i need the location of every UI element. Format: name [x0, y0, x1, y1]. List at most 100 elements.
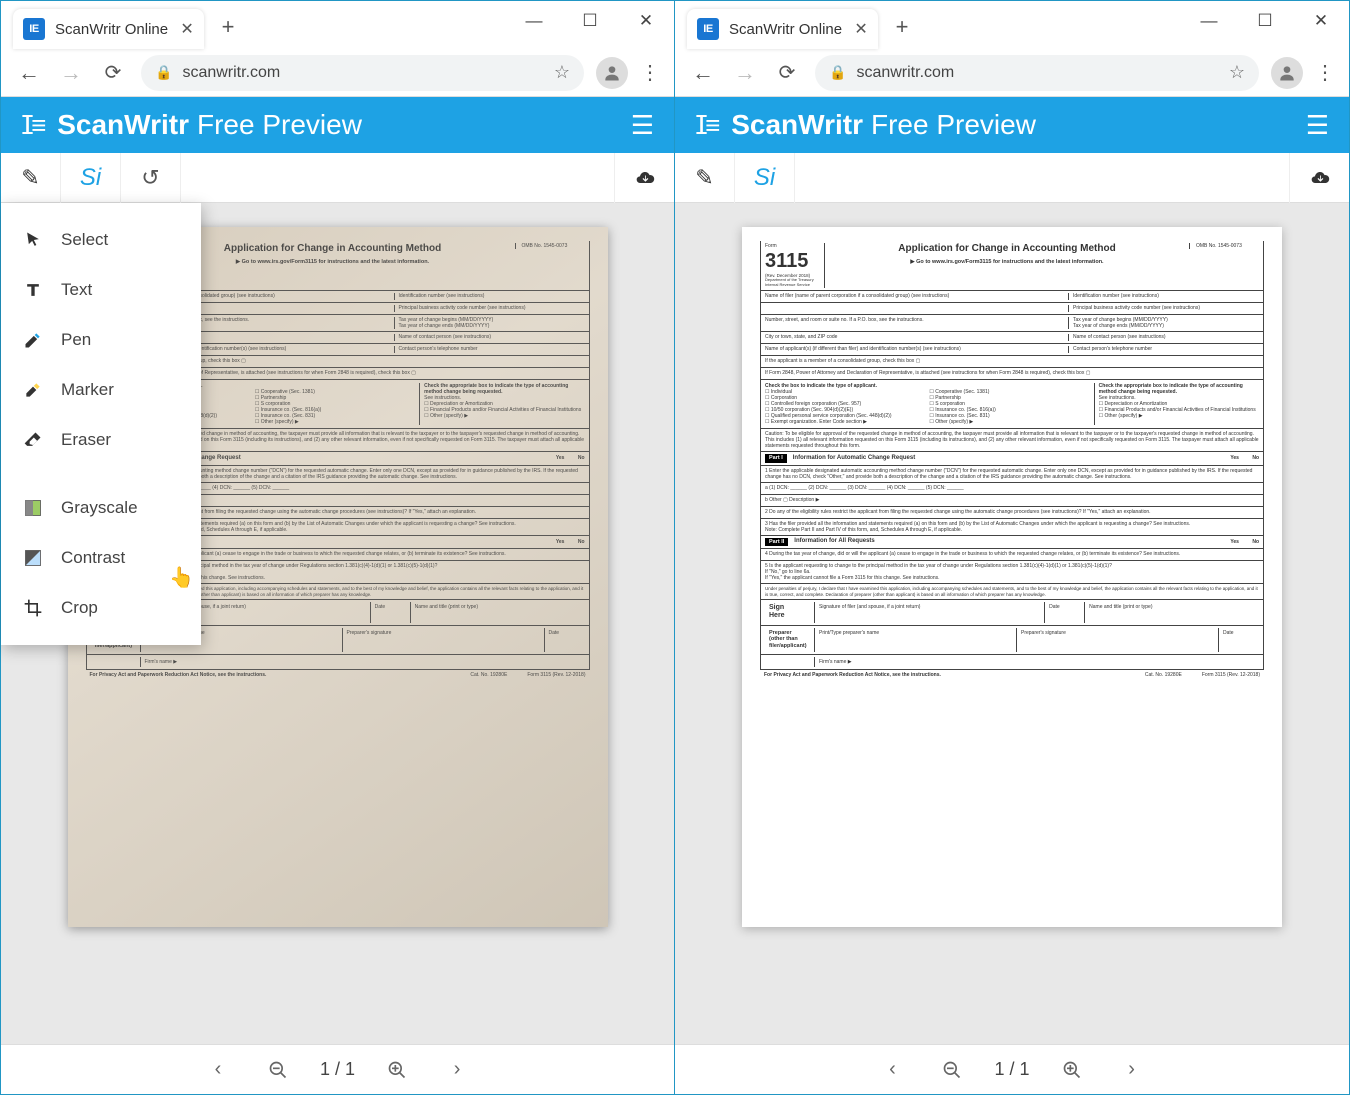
app-name: ScanWritr [731, 109, 863, 141]
new-tab-button[interactable]: + [212, 11, 244, 43]
pencil-icon: ✎ [695, 165, 713, 191]
window-close[interactable]: ✕ [1293, 1, 1349, 41]
new-tab-button[interactable]: + [886, 11, 918, 43]
address-bar: ← → ⟳ 🔒 scanwritr.com ☆ ⋮ [675, 49, 1349, 97]
zoom-out-button[interactable] [260, 1052, 296, 1088]
url-text: scanwritr.com [182, 64, 543, 82]
editor-toolbar: ✎ Si [675, 153, 1349, 203]
tab-title: ScanWritr Online [55, 21, 168, 38]
favicon: IE [23, 18, 45, 40]
lock-icon: 🔒 [829, 64, 846, 81]
nav-reload-icon[interactable]: ⟳ [93, 53, 133, 93]
close-tab-icon[interactable]: ✕ [852, 20, 870, 38]
dropdown-item-grayscale[interactable]: Grayscale [1, 483, 201, 533]
app-logo: ⵊ≡ [21, 110, 43, 141]
undo-icon: ↺ [141, 165, 159, 191]
pager-prev-button[interactable]: ‹ [200, 1052, 236, 1088]
zoom-out-icon [942, 1060, 962, 1080]
grayscale-icon [23, 498, 43, 518]
signature-tool-button[interactable]: Si [61, 153, 121, 203]
page-indicator: 1 / 1 [994, 1059, 1029, 1080]
download-button[interactable] [614, 153, 674, 203]
url-text: scanwritr.com [856, 64, 1218, 82]
bookmark-star-icon[interactable]: ☆ [554, 62, 570, 83]
profile-avatar-icon[interactable] [1271, 57, 1303, 89]
dropdown-item-text[interactable]: Text [1, 265, 201, 315]
download-button[interactable] [1289, 153, 1349, 203]
window-minimize[interactable]: — [506, 1, 562, 41]
window-minimize[interactable]: — [1181, 1, 1237, 41]
signature-icon: Si [754, 164, 775, 192]
zoom-in-icon [387, 1060, 407, 1080]
text-icon [23, 280, 43, 300]
signature-icon: Si [80, 164, 101, 192]
marker-icon [23, 380, 43, 400]
window-titlebar: IE ScanWritr Online ✕ + — ☐ ✕ [675, 1, 1349, 49]
undo-button[interactable]: ↺ [121, 153, 181, 203]
dropdown-item-contrast[interactable]: Contrast [1, 533, 201, 583]
dropdown-item-eraser[interactable]: Eraser [1, 415, 201, 465]
favicon: IE [697, 18, 719, 40]
window-maximize[interactable]: ☐ [1237, 1, 1293, 41]
app-name: ScanWritr [57, 109, 189, 141]
zoom-out-button[interactable] [934, 1052, 970, 1088]
nav-forward-icon[interactable]: → [725, 53, 765, 93]
window-close[interactable]: ✕ [618, 1, 674, 41]
dropdown-item-crop[interactable]: Crop [1, 583, 201, 633]
url-input[interactable]: 🔒 scanwritr.com ☆ [815, 55, 1259, 91]
cloud-download-icon [635, 168, 655, 188]
pager-bar: ‹ 1 / 1 › [675, 1044, 1349, 1094]
page-indicator: 1 / 1 [320, 1059, 355, 1080]
pen-icon [23, 330, 43, 350]
browser-menu-icon[interactable]: ⋮ [634, 60, 666, 85]
app-menu-icon[interactable]: ☰ [1306, 110, 1329, 141]
pager-next-button[interactable]: › [1114, 1052, 1150, 1088]
bookmark-star-icon[interactable]: ☆ [1229, 62, 1245, 83]
zoom-in-icon [1062, 1060, 1082, 1080]
nav-reload-icon[interactable]: ⟳ [767, 53, 807, 93]
cloud-download-icon [1310, 168, 1330, 188]
nav-back-icon[interactable]: ← [9, 53, 49, 93]
window-titlebar: IE ScanWritr Online ✕ + — ☐ ✕ [1, 1, 674, 49]
editor-toolbar: ✎ Si ↺ [1, 153, 674, 203]
close-tab-icon[interactable]: ✕ [178, 20, 196, 38]
browser-tab[interactable]: IE ScanWritr Online ✕ [687, 9, 878, 49]
edit-tool-button[interactable]: ✎ [1, 153, 61, 203]
browser-tab[interactable]: IE ScanWritr Online ✕ [13, 9, 204, 49]
dropdown-item-pen[interactable]: Pen [1, 315, 201, 365]
lock-icon: 🔒 [155, 64, 172, 81]
dropdown-item-marker[interactable]: Marker [1, 365, 201, 415]
browser-window-right: IE ScanWritr Online ✕ + — ☐ ✕ ← → ⟳ 🔒 sc… [675, 0, 1350, 1095]
cursor-icon [23, 230, 43, 250]
document-canvas[interactable]: Form 3115 (Rev. December 2018) Departmen… [675, 203, 1349, 1044]
app-menu-icon[interactable]: ☰ [631, 110, 654, 141]
app-logo: ⵊ≡ [695, 110, 717, 141]
pager-next-button[interactable]: › [439, 1052, 475, 1088]
nav-back-icon[interactable]: ← [683, 53, 723, 93]
scanned-document-clean: Form 3115 (Rev. December 2018) Departmen… [742, 227, 1282, 927]
window-maximize[interactable]: ☐ [562, 1, 618, 41]
dropdown-item-select[interactable]: Select [1, 215, 201, 265]
zoom-in-button[interactable] [379, 1052, 415, 1088]
browser-menu-icon[interactable]: ⋮ [1309, 60, 1341, 85]
browser-window-left: IE ScanWritr Online ✕ + — ☐ ✕ ← → ⟳ 🔒 sc… [0, 0, 675, 1095]
pager-prev-button[interactable]: ‹ [874, 1052, 910, 1088]
address-bar: ← → ⟳ 🔒 scanwritr.com ☆ ⋮ [1, 49, 674, 97]
edit-tool-button[interactable]: ✎ [675, 153, 735, 203]
app-subtitle: Free Preview [871, 109, 1036, 141]
crop-icon [23, 598, 43, 618]
contrast-icon [23, 548, 43, 568]
app-subtitle: Free Preview [197, 109, 362, 141]
edit-tools-dropdown: Select Text Pen Marker Eraser Grayscale … [1, 203, 201, 645]
nav-forward-icon[interactable]: → [51, 53, 91, 93]
pager-bar: ‹ 1 / 1 › [1, 1044, 674, 1094]
app-header: ⵊ≡ ScanWritr Free Preview ☰ [1, 97, 674, 153]
eraser-icon [23, 430, 43, 450]
signature-tool-button[interactable]: Si [735, 153, 795, 203]
url-input[interactable]: 🔒 scanwritr.com ☆ [141, 55, 584, 91]
app-header: ⵊ≡ ScanWritr Free Preview ☰ [675, 97, 1349, 153]
zoom-in-button[interactable] [1054, 1052, 1090, 1088]
zoom-out-icon [268, 1060, 288, 1080]
profile-avatar-icon[interactable] [596, 57, 628, 89]
tab-title: ScanWritr Online [729, 21, 842, 38]
